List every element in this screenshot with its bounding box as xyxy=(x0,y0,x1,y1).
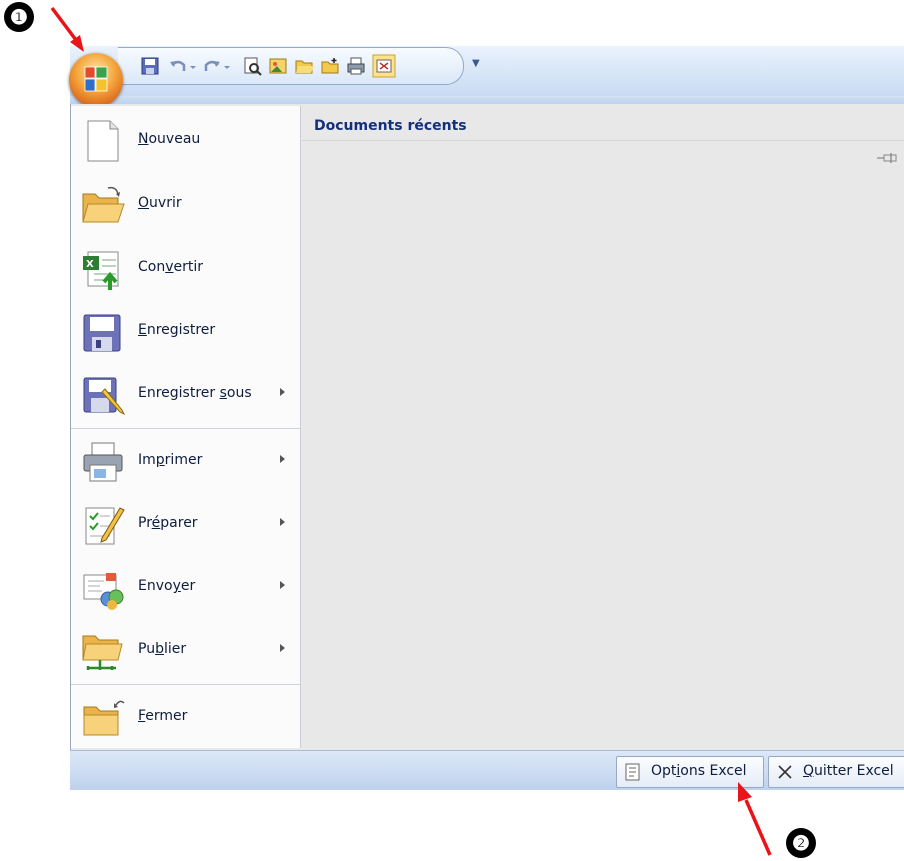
arrow-2-icon xyxy=(738,782,772,856)
step-2-marker: ❷ xyxy=(786,828,816,858)
annotation-arrows xyxy=(50,6,772,856)
arrow-1-icon xyxy=(50,6,84,52)
